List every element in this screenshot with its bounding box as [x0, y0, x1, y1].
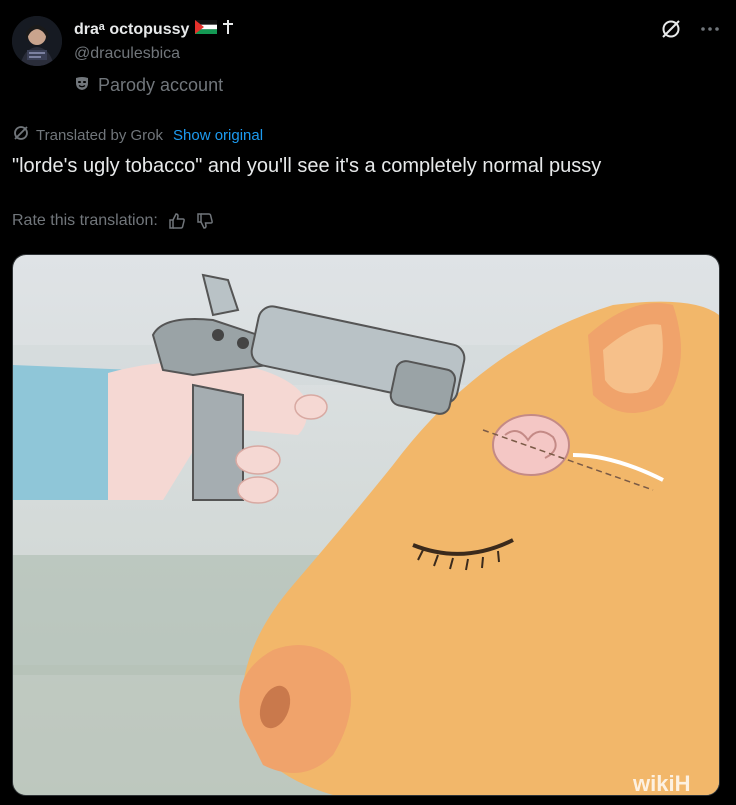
tweet-top-actions — [660, 18, 720, 40]
translation-notice: Translated by Grok Show original — [12, 124, 263, 146]
rate-translation: Rate this translation: — [12, 212, 214, 230]
avatar-image — [12, 16, 62, 66]
author-name-row: draᵃ octopussy — [74, 20, 234, 39]
translated-by-text: Translated by Grok — [36, 126, 163, 144]
media-illustration: wikiH — [13, 255, 719, 795]
translate-icon — [12, 124, 30, 146]
thumbs-up-icon[interactable] — [168, 212, 186, 230]
parody-account-text: Parody account — [98, 75, 224, 95]
palestine-flag-icon — [195, 20, 218, 39]
media-watermark: wikiH — [632, 771, 690, 795]
more-icon[interactable] — [700, 26, 720, 32]
avatar[interactable] — [12, 16, 62, 66]
mask-icon — [74, 75, 90, 96]
thumbs-down-icon[interactable] — [196, 212, 214, 230]
cross-icon — [223, 20, 234, 39]
grok-icon[interactable] — [660, 18, 682, 40]
parody-label: Parody account — [74, 75, 223, 96]
author-handle[interactable]: @draculesbica — [74, 45, 180, 63]
show-original-link[interactable]: Show original — [173, 127, 263, 144]
tweet-text: "lorde's ugly tobacco" and you'll see it… — [12, 155, 602, 177]
display-name[interactable]: draᵃ octopussy — [74, 21, 189, 39]
rate-translation-label: Rate this translation: — [12, 212, 158, 229]
tweet-media[interactable]: wikiH — [12, 254, 720, 796]
